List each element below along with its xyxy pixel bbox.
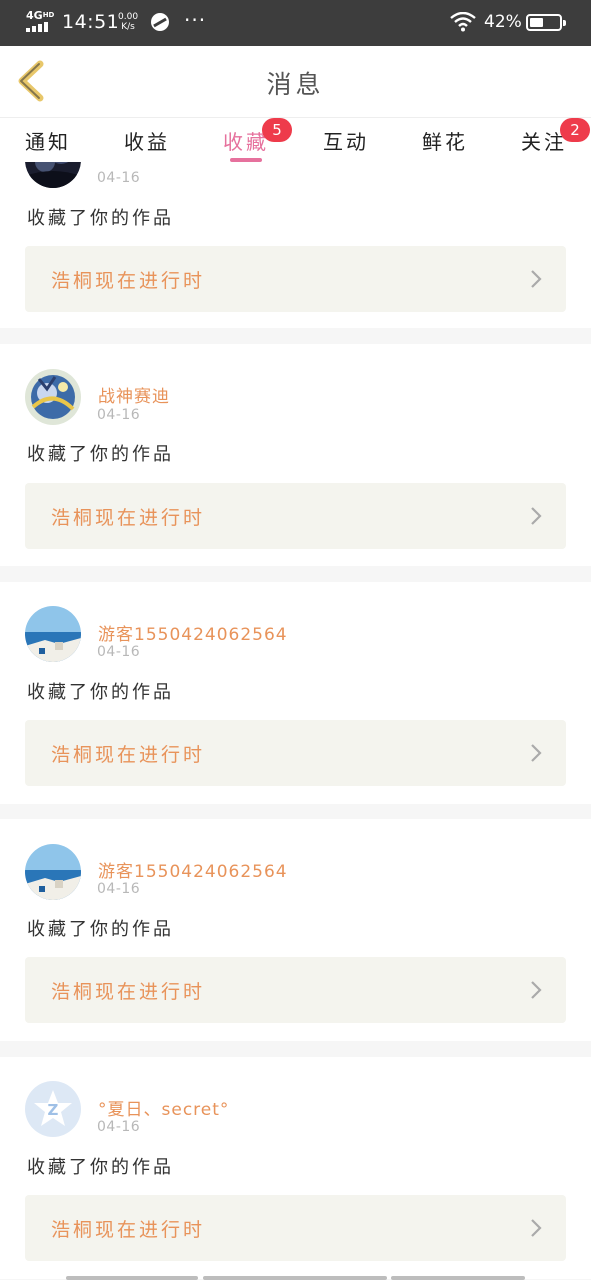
- chevron-right-icon: [531, 270, 542, 288]
- more-notifications-icon: ···: [184, 8, 207, 32]
- message-date: 04-16: [97, 881, 141, 897]
- signal-icon: [26, 22, 52, 32]
- message-text: 收藏了你的作品: [27, 444, 174, 465]
- avatar[interactable]: Z: [25, 1081, 81, 1137]
- network-indicator: 4GHD: [26, 9, 55, 22]
- work-title: 浩桐现在进行时: [51, 507, 206, 529]
- work-link[interactable]: 浩桐现在进行时: [25, 957, 566, 1023]
- scroll-indicator: [66, 1276, 198, 1280]
- username[interactable]: 游客1550424062564: [98, 857, 288, 882]
- clock: 14:51: [62, 11, 120, 33]
- list-item: 04-16 收藏了你的作品 浩桐现在进行时: [0, 162, 591, 328]
- avatar[interactable]: [25, 162, 81, 188]
- avatar[interactable]: [25, 369, 81, 425]
- status-bar: 4GHD 14:51 0.00 K/s ··· 42%: [0, 0, 591, 46]
- list-item: 游客1550424062564 04-16 收藏了你的作品 浩桐现在进行时: [0, 582, 591, 804]
- list-item: Z °夏日、secret° 04-16 收藏了你的作品 浩桐现在进行时: [0, 1057, 591, 1279]
- nav-header: 消息: [0, 46, 591, 118]
- scroll-indicator: [203, 1276, 387, 1280]
- message-text: 收藏了你的作品: [27, 682, 174, 703]
- tab-favorites[interactable]: 收藏 5: [206, 118, 292, 155]
- tab-label: 鲜花: [422, 130, 468, 154]
- message-date: 04-16: [97, 170, 141, 186]
- page-title: 消息: [266, 70, 325, 99]
- network-speed: 0.00 K/s: [118, 12, 139, 32]
- unread-badge: 2: [560, 118, 590, 142]
- list-item: 游客1550424062564 04-16 收藏了你的作品 浩桐现在进行时: [0, 819, 591, 1041]
- tab-label: 互动: [323, 130, 369, 154]
- work-link[interactable]: 浩桐现在进行时: [25, 1195, 566, 1261]
- scroll-indicator: [391, 1276, 525, 1280]
- svg-text:Z: Z: [48, 1101, 59, 1119]
- message-date: 04-16: [97, 1119, 141, 1135]
- message-list[interactable]: 04-16 收藏了你的作品 浩桐现在进行时 战神赛迪 04-16 收藏了你的作品…: [0, 162, 591, 1280]
- work-link[interactable]: 浩桐现在进行时: [25, 720, 566, 786]
- work-link[interactable]: 浩桐现在进行时: [25, 246, 566, 312]
- work-title: 浩桐现在进行时: [51, 270, 206, 292]
- message-text: 收藏了你的作品: [27, 1157, 174, 1178]
- tab-interactions[interactable]: 互动: [306, 126, 386, 155]
- work-title: 浩桐现在进行时: [51, 1219, 206, 1241]
- tab-flowers[interactable]: 鲜花: [405, 126, 485, 155]
- battery-percent: 42%: [484, 12, 522, 32]
- tab-notifications[interactable]: 通知: [8, 126, 88, 155]
- list-item: 战神赛迪 04-16 收藏了你的作品 浩桐现在进行时: [0, 344, 591, 566]
- wifi-icon: [450, 12, 476, 32]
- battery-icon: [526, 14, 566, 31]
- message-date: 04-16: [97, 644, 141, 660]
- unread-badge: 5: [262, 118, 292, 142]
- username[interactable]: 战神赛迪: [98, 382, 170, 407]
- work-link[interactable]: 浩桐现在进行时: [25, 483, 566, 549]
- username[interactable]: 游客1550424062564: [98, 620, 288, 645]
- work-title: 浩桐现在进行时: [51, 981, 206, 1003]
- app-notification-icon: [151, 13, 169, 31]
- tab-bar: 通知 收益 收藏 5 互动 鲜花 关注 2: [0, 118, 591, 162]
- chevron-right-icon: [531, 507, 542, 525]
- tab-following[interactable]: 关注 2: [504, 118, 590, 155]
- avatar[interactable]: [25, 844, 81, 900]
- work-title: 浩桐现在进行时: [51, 744, 206, 766]
- chevron-right-icon: [531, 744, 542, 762]
- tab-label: 通知: [25, 130, 71, 154]
- tab-label: 收益: [124, 130, 170, 154]
- message-text: 收藏了你的作品: [27, 919, 174, 940]
- message-text: 收藏了你的作品: [27, 208, 174, 229]
- tab-earnings[interactable]: 收益: [107, 126, 187, 155]
- chevron-right-icon: [531, 981, 542, 999]
- chevron-right-icon: [531, 1219, 542, 1237]
- avatar[interactable]: [25, 606, 81, 662]
- username[interactable]: °夏日、secret°: [98, 1095, 229, 1120]
- message-date: 04-16: [97, 407, 141, 423]
